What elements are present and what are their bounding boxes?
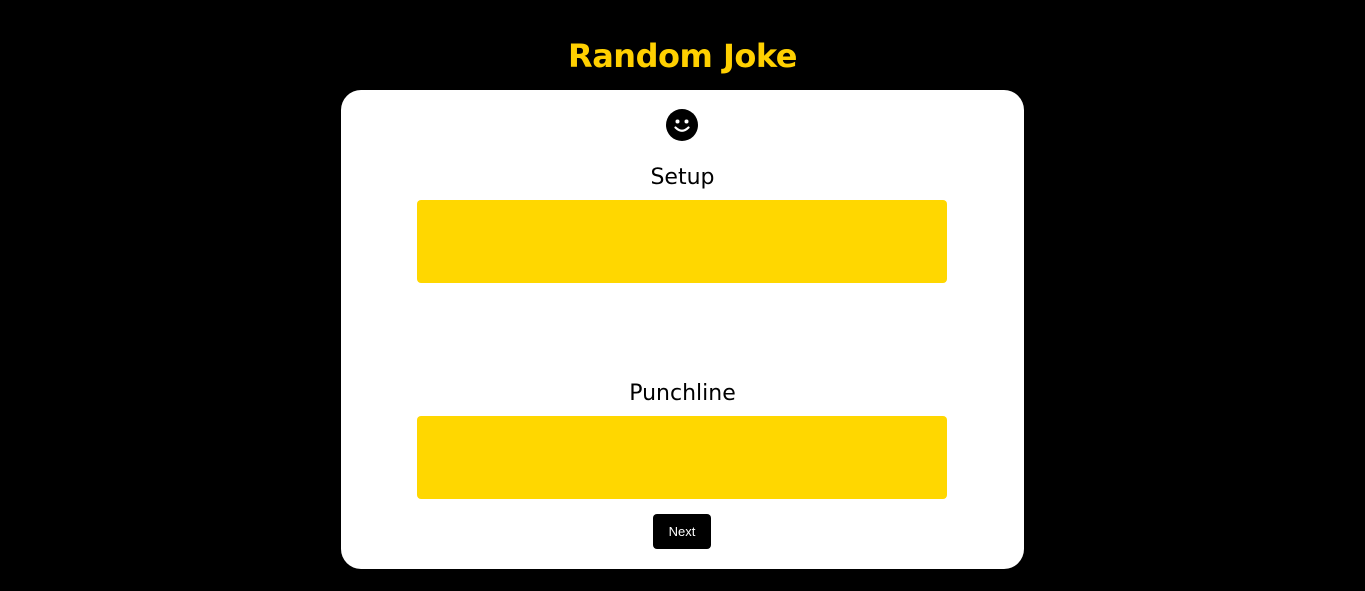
joke-card: Setup Punchline Next xyxy=(341,90,1024,569)
next-button[interactable]: Next xyxy=(653,514,711,549)
smiley-face-icon xyxy=(666,109,698,141)
punchline-label: Punchline xyxy=(629,381,736,406)
punchline-text-box xyxy=(417,416,947,499)
setup-text-box xyxy=(417,200,947,283)
page-title: Random Joke xyxy=(568,37,797,75)
page: Random Joke Setup Punchline Next xyxy=(0,0,1365,591)
setup-label: Setup xyxy=(650,165,715,190)
